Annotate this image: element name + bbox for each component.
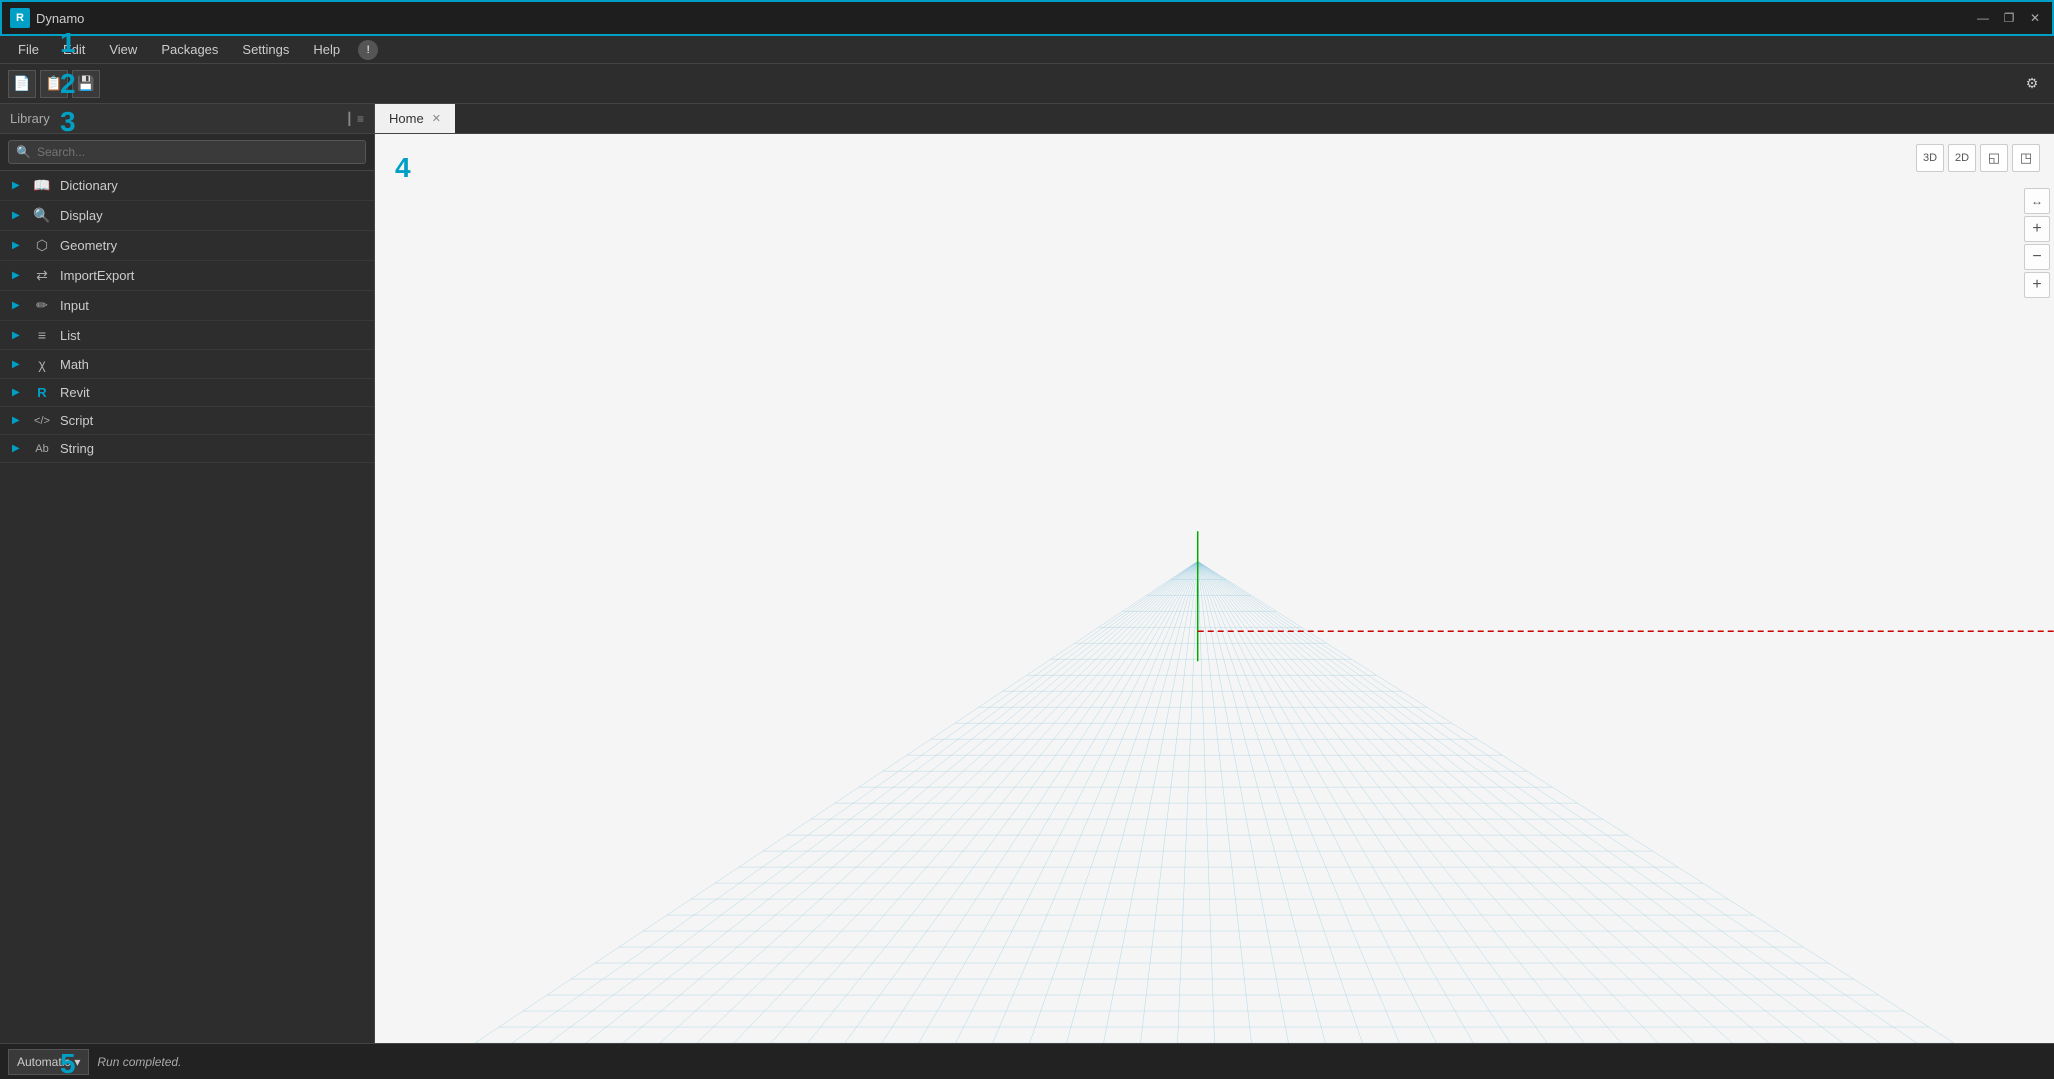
dictionary-icon: 📖	[32, 177, 52, 194]
step-label-1: 1	[60, 27, 76, 58]
step-label-2: 2	[60, 68, 76, 99]
menu-help[interactable]: Help	[303, 38, 350, 61]
app-icon: R	[10, 8, 30, 28]
status-bar: Automatic ▾ Run completed.	[0, 1043, 2054, 1079]
toolbar-new[interactable]: 📄	[8, 70, 36, 98]
list-icon: ≡	[32, 327, 52, 343]
menu-packages[interactable]: Packages	[151, 38, 228, 61]
step-label-4: 4	[395, 154, 411, 182]
window-controls: — ❐ ✕	[1974, 9, 2044, 27]
library-item-geometry[interactable]: ▶ ⬡ Geometry	[0, 231, 374, 261]
menu-file[interactable]: File	[8, 38, 49, 61]
step-label-3: 3	[60, 106, 76, 137]
app-title: Dynamo	[36, 11, 1974, 26]
canvas-toolbar: 3D 2D ◱ ◳	[1916, 144, 2040, 172]
revit-icon: R	[32, 385, 52, 400]
revit-label: Revit	[60, 385, 90, 400]
tab-home[interactable]: Home ✕	[375, 104, 455, 133]
edge-btn-zoom-in[interactable]: +	[2024, 216, 2050, 242]
close-button[interactable]: ✕	[2026, 9, 2044, 27]
toolbar-save[interactable]: 💾	[72, 70, 100, 98]
toolbar-settings-btn[interactable]: ⚙	[2018, 70, 2046, 98]
right-edge-toolbar: ↔ + − +	[2020, 184, 2054, 302]
display-icon: 🔍	[32, 207, 52, 224]
library-item-input[interactable]: ▶ ✏ Input	[0, 291, 374, 321]
library-item-math[interactable]: ▶ χ Math	[0, 350, 374, 379]
edge-btn-reset[interactable]: +	[2024, 272, 2050, 298]
geometry-icon: ⬡	[32, 237, 52, 254]
expand-arrow-list: ▶	[12, 330, 24, 341]
3d-grid-canvas: .grid-line { stroke: #7ab8d9; stroke-wid…	[375, 134, 2054, 1043]
list-label: List	[60, 328, 80, 343]
string-icon: Ab	[32, 443, 52, 455]
importexport-label: ImportExport	[60, 268, 134, 283]
tab-home-label: Home	[389, 111, 424, 126]
toolbar: 📄 📋 💾 ⚙	[0, 64, 2054, 104]
expand-arrow-math: ▶	[12, 359, 24, 370]
left-panel: Library ┃ ≡ 🔍 ▶ 📖 Dictionary ▶ 🔍 Di	[0, 104, 375, 1043]
canvas-btn-zoom[interactable]: ◳	[2012, 144, 2040, 172]
dictionary-label: Dictionary	[60, 178, 118, 193]
expand-arrow-revit: ▶	[12, 387, 24, 398]
library-item-revit[interactable]: ▶ R Revit	[0, 379, 374, 407]
maximize-button[interactable]: ❐	[2000, 9, 2018, 27]
menu-view[interactable]: View	[99, 38, 147, 61]
expand-arrow-dictionary: ▶	[12, 180, 24, 191]
search-input[interactable]	[8, 140, 366, 164]
geometry-label: Geometry	[60, 238, 117, 253]
string-label: String	[60, 441, 94, 456]
edge-btn-1[interactable]: ↔	[2024, 188, 2050, 214]
info-button[interactable]: !	[358, 40, 378, 60]
library-item-script[interactable]: ▶ </> Script	[0, 407, 374, 435]
library-controls: ┃ ≡	[346, 112, 364, 126]
script-label: Script	[60, 413, 93, 428]
canvas-btn-3d[interactable]: 3D	[1916, 144, 1944, 172]
display-label: Display	[60, 208, 103, 223]
script-icon: </>	[32, 415, 52, 427]
importexport-icon: ⇄	[32, 267, 52, 284]
search-icon: 🔍	[16, 145, 31, 159]
math-label: Math	[60, 357, 89, 372]
expand-arrow-input: ▶	[12, 300, 24, 311]
edge-btn-zoom-out[interactable]: −	[2024, 244, 2050, 270]
lib-menu-icon[interactable]: ≡	[357, 112, 364, 126]
title-bar: R Dynamo — ❐ ✕	[0, 0, 2054, 36]
input-icon: ✏	[32, 297, 52, 314]
library-title: Library	[10, 111, 50, 126]
library-items: ▶ 📖 Dictionary ▶ 🔍 Display ▶ ⬡ Geometry …	[0, 171, 374, 1043]
tab-bar: Home ✕	[375, 104, 2054, 134]
search-wrapper: 🔍	[8, 140, 366, 164]
library-item-dictionary[interactable]: ▶ 📖 Dictionary	[0, 171, 374, 201]
run-mode-select[interactable]: Automatic ▾	[8, 1049, 89, 1075]
canvas-btn-2d[interactable]: 2D	[1948, 144, 1976, 172]
search-bar: 🔍	[0, 134, 374, 171]
step-label-5: 5	[60, 1048, 76, 1079]
expand-arrow-script: ▶	[12, 415, 24, 426]
math-icon: χ	[32, 356, 52, 372]
menu-settings[interactable]: Settings	[232, 38, 299, 61]
input-label: Input	[60, 298, 89, 313]
right-panel: Home ✕ 4 3D 2D ◱ ◳ ↔ + − +	[375, 104, 2054, 1043]
library-item-display[interactable]: ▶ 🔍 Display	[0, 201, 374, 231]
lib-separator-icon: ┃	[346, 112, 353, 126]
canvas-btn-fit[interactable]: ◱	[1980, 144, 2008, 172]
tab-close-button[interactable]: ✕	[432, 112, 441, 125]
menu-bar: File Edit View Packages Settings Help !	[0, 36, 2054, 64]
library-item-string[interactable]: ▶ Ab String	[0, 435, 374, 463]
canvas: 4 3D 2D ◱ ◳ ↔ + − + .grid-line { stroke:…	[375, 134, 2054, 1043]
library-item-list[interactable]: ▶ ≡ List	[0, 321, 374, 350]
library-item-importexport[interactable]: ▶ ⇄ ImportExport	[0, 261, 374, 291]
minimize-button[interactable]: —	[1974, 9, 1992, 27]
expand-arrow-string: ▶	[12, 443, 24, 454]
expand-arrow-geometry: ▶	[12, 240, 24, 251]
expand-arrow-importexport: ▶	[12, 270, 24, 281]
expand-arrow-display: ▶	[12, 210, 24, 221]
status-text: Run completed.	[97, 1055, 181, 1069]
library-header: Library ┃ ≡	[0, 104, 374, 134]
toolbar-right: ⚙	[2018, 70, 2046, 98]
main-layout: Library ┃ ≡ 🔍 ▶ 📖 Dictionary ▶ 🔍 Di	[0, 104, 2054, 1043]
